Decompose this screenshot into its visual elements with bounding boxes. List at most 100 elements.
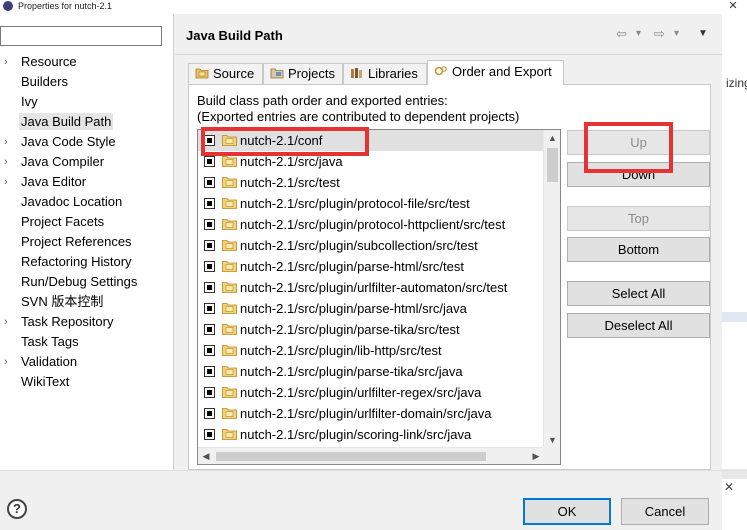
- property-pages-pane: › Resource Builders Ivy Java Build Path › Java…: [0, 14, 174, 470]
- list-item[interactable]: nutch-2.1/src/plugin/parse-tika/src/test: [198, 319, 544, 340]
- export-checkbox[interactable]: [204, 303, 215, 314]
- down-button[interactable]: Down: [567, 162, 710, 187]
- back-menu-chevron-icon[interactable]: ▾: [636, 28, 641, 39]
- export-checkbox[interactable]: [204, 156, 215, 167]
- nav-item-label: Task Repository: [21, 314, 114, 329]
- export-checkbox[interactable]: [204, 324, 215, 335]
- nav-item-refactoring-history[interactable]: Refactoring History: [0, 252, 174, 272]
- filter-input[interactable]: [0, 26, 162, 46]
- list-item[interactable]: nutch-2.1/src/plugin/urlfilter-regex/src…: [198, 382, 544, 403]
- list-item[interactable]: nutch-2.1/conf: [198, 130, 544, 151]
- list-item[interactable]: nutch-2.1/src/plugin/parse-html/src/test: [198, 256, 544, 277]
- nav-item-task-repository[interactable]: › Task Repository: [0, 312, 174, 332]
- scroll-left-arrow-icon[interactable]: ◀: [198, 448, 214, 464]
- expand-chevron-icon[interactable]: ›: [4, 352, 8, 372]
- nav-item-project-facets[interactable]: Project Facets: [0, 212, 174, 232]
- nav-item-label: Resource: [21, 54, 77, 69]
- entry-label: nutch-2.1/conf: [240, 133, 323, 148]
- deselect-all-button[interactable]: Deselect All: [567, 313, 710, 338]
- back-arrow-icon[interactable]: ⇦: [616, 26, 627, 42]
- select-all-button[interactable]: Select All: [567, 281, 710, 306]
- source-folder-icon: [222, 240, 237, 251]
- up-button[interactable]: Up: [567, 130, 710, 155]
- eclipse-icon: [3, 1, 13, 11]
- bottom-button[interactable]: Bottom: [567, 237, 710, 262]
- export-checkbox[interactable]: [204, 387, 215, 398]
- export-checkbox[interactable]: [204, 135, 215, 146]
- export-checkbox[interactable]: [204, 282, 215, 293]
- expand-chevron-icon[interactable]: ›: [4, 132, 8, 152]
- list-item[interactable]: nutch-2.1/src/plugin/protocol-file/src/t…: [198, 193, 544, 214]
- window-titlebar: Properties for nutch-2.1 ✕: [0, 0, 747, 14]
- nav-item-java-compiler[interactable]: › Java Compiler: [0, 152, 174, 172]
- nav-item-resource[interactable]: › Resource: [0, 52, 174, 72]
- export-checkbox[interactable]: [204, 366, 215, 377]
- vertical-scrollbar[interactable]: ▲ ▼: [543, 130, 560, 448]
- forward-arrow-icon[interactable]: ⇨: [654, 26, 665, 42]
- export-checkbox[interactable]: [204, 429, 215, 440]
- nav-item-validation[interactable]: › Validation: [0, 352, 174, 372]
- list-item[interactable]: nutch-2.1/src/plugin/lib-http/src/test: [198, 340, 544, 361]
- export-checkbox[interactable]: [204, 240, 215, 251]
- nav-item-run-debug-settings[interactable]: Run/Debug Settings: [0, 272, 174, 292]
- tab-projects[interactable]: Projects: [263, 63, 343, 84]
- export-checkbox[interactable]: [204, 219, 215, 230]
- scroll-down-arrow-icon[interactable]: ▼: [544, 432, 560, 448]
- nav-item-javadoc-location[interactable]: Javadoc Location: [0, 192, 174, 212]
- tab-order-and-export[interactable]: Order and Export: [427, 60, 564, 85]
- export-checkbox[interactable]: [204, 408, 215, 419]
- list-item[interactable]: nutch-2.1/src/plugin/urlfilter-automaton…: [198, 277, 544, 298]
- nav-item-java-editor[interactable]: › Java Editor: [0, 172, 174, 192]
- forward-menu-chevron-icon[interactable]: ▾: [674, 28, 679, 39]
- libraries-icon: [351, 68, 362, 78]
- entry-label: nutch-2.1/src/test: [240, 175, 340, 190]
- history-navigation: ⇦ ▾ ⇨ ▾ ▼: [616, 26, 712, 44]
- nav-item-java-code-style[interactable]: › Java Code Style: [0, 132, 174, 152]
- nav-item-label: Run/Debug Settings: [21, 274, 138, 289]
- nav-item-java-build-path[interactable]: Java Build Path: [0, 112, 174, 132]
- view-menu-icon[interactable]: ▼: [698, 28, 708, 39]
- list-item[interactable]: nutch-2.1/src/plugin/scoring-link/src/ja…: [198, 424, 544, 445]
- list-item[interactable]: nutch-2.1/src/plugin/urlfilter-domain/sr…: [198, 403, 544, 424]
- cancel-button[interactable]: Cancel: [621, 498, 709, 525]
- build-path-entries-list[interactable]: nutch-2.1/conf nutch-2.1/src/java nutch-2.…: [197, 129, 561, 465]
- list-item[interactable]: nutch-2.1/src/plugin/parse-tika/src/java: [198, 361, 544, 382]
- description-line: (Exported entries are contributed to dep…: [197, 109, 520, 124]
- vertical-scroll-thumb[interactable]: [547, 148, 558, 182]
- export-checkbox[interactable]: [204, 261, 215, 272]
- tab-source[interactable]: Source: [188, 63, 263, 84]
- background-bar: [722, 312, 747, 322]
- nav-item-wikitext[interactable]: WikiText: [0, 372, 174, 392]
- export-checkbox[interactable]: [204, 198, 215, 209]
- expand-chevron-icon[interactable]: ›: [4, 172, 8, 192]
- horizontal-scrollbar[interactable]: ◀ ▶: [198, 447, 544, 464]
- list-item[interactable]: nutch-2.1/src/plugin/subcollection/src/t…: [198, 235, 544, 256]
- export-checkbox[interactable]: [204, 345, 215, 356]
- nav-item-task-tags[interactable]: Task Tags: [0, 332, 174, 352]
- horizontal-scroll-thumb[interactable]: [216, 452, 486, 461]
- background-close-icon: ✕: [724, 480, 735, 494]
- scroll-right-arrow-icon[interactable]: ▶: [528, 448, 544, 464]
- description-line: Build class path order and exported entr…: [197, 93, 448, 108]
- nav-item-label: Java Build Path: [19, 113, 114, 130]
- window-close-button[interactable]: ✕: [719, 0, 747, 14]
- expand-chevron-icon[interactable]: ›: [4, 52, 8, 72]
- ok-button[interactable]: OK: [523, 498, 611, 525]
- list-item[interactable]: nutch-2.1/src/plugin/parse-html/src/java: [198, 298, 544, 319]
- nav-item-project-references[interactable]: Project References: [0, 232, 174, 252]
- export-checkbox[interactable]: [204, 177, 215, 188]
- nav-item-ivy[interactable]: Ivy: [0, 92, 174, 112]
- expand-chevron-icon[interactable]: ›: [4, 312, 8, 332]
- expand-chevron-icon[interactable]: ›: [4, 152, 8, 172]
- top-button[interactable]: Top: [567, 206, 710, 231]
- list-item[interactable]: nutch-2.1/src/plugin/protocol-httpclient…: [198, 214, 544, 235]
- scroll-up-arrow-icon[interactable]: ▲: [544, 130, 560, 146]
- help-icon[interactable]: ?: [7, 499, 27, 519]
- nav-item-builders[interactable]: Builders: [0, 72, 174, 92]
- tab-libraries[interactable]: Libraries: [343, 63, 427, 84]
- list-item[interactable]: nutch-2.1/src/java: [198, 151, 544, 172]
- order-export-panel: Build class path order and exported entr…: [188, 84, 711, 470]
- source-folder-icon: [222, 261, 237, 272]
- list-item[interactable]: nutch-2.1/src/test: [198, 172, 544, 193]
- nav-item-svn[interactable]: SVN 版本控制: [0, 292, 174, 312]
